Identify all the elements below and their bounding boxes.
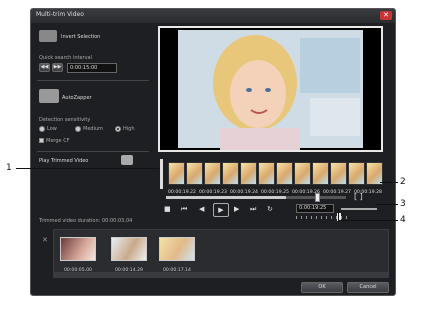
clip-thumbnail-2[interactable]	[111, 237, 147, 261]
end-button[interactable]: ⏭	[250, 205, 256, 213]
play-button[interactable]: ▶	[213, 203, 229, 217]
filmstrip-frame[interactable]	[186, 162, 203, 185]
timeline-timecode: 00:00:19.25	[261, 190, 289, 195]
filmstrip-frame[interactable]	[258, 162, 275, 185]
scrub-selection	[166, 196, 286, 199]
callout-4-line	[338, 220, 398, 221]
home-button[interactable]: ⏮	[181, 205, 187, 213]
radio-medium[interactable]	[75, 126, 81, 132]
filmstrip-frame[interactable]	[276, 162, 293, 185]
timeline-timecode: 00:00:19.26	[292, 190, 320, 195]
autozapper-label[interactable]: AutoZapper	[62, 95, 92, 101]
prev-frame-button[interactable]: ◀	[199, 205, 204, 213]
timeline-timecode: 00:00:19.24	[230, 190, 258, 195]
radio-low-label: Low	[47, 126, 57, 132]
callout-1-line	[16, 168, 159, 169]
clip-thumbnail-1[interactable]	[60, 237, 96, 261]
invert-selection-label[interactable]: Invert Selection	[61, 34, 100, 40]
timecode-readout[interactable]: 0:00:19:25	[296, 204, 334, 213]
video-preview	[158, 26, 383, 152]
ok-button[interactable]: OK	[301, 282, 343, 293]
window-title: Multi-trim Video	[36, 11, 84, 18]
multi-trim-window: Multi-trim Video ✕ Invert Selection Quic…	[30, 8, 396, 296]
timeline-timecode: 00:00:19.27	[323, 190, 351, 195]
timeline-timecode: 00:00:19.28	[354, 190, 382, 195]
clips-scrollbar[interactable]	[53, 273, 389, 278]
title-bar: Multi-trim Video ✕	[31, 9, 395, 23]
filmstrip-frame[interactable]	[168, 162, 185, 185]
radio-high[interactable]	[115, 126, 121, 132]
autozapper-camera-icon[interactable]	[39, 89, 59, 103]
callout-2: 2	[400, 177, 406, 187]
callout-2-line	[380, 182, 398, 183]
timeline-timecode: 00:00:19.23	[199, 190, 227, 195]
filmstrip-frame[interactable]	[312, 162, 329, 185]
filmstrip-frame[interactable]	[240, 162, 257, 185]
merge-checkbox[interactable]	[39, 138, 44, 143]
invert-selection-icon[interactable]	[39, 30, 57, 42]
stop-button[interactable]: ■	[164, 205, 171, 213]
clip-thumbnail-3[interactable]	[159, 237, 195, 261]
delete-clip-icon[interactable]: ✕	[42, 236, 48, 244]
preview-image	[160, 28, 381, 150]
repeat-button[interactable]: ↻	[267, 205, 273, 213]
rewind-interval-button[interactable]: ◀◀	[39, 63, 50, 72]
play-trimmed-label: Play Trimmed Video	[39, 158, 89, 164]
detection-sensitivity-label: Detection sensitivity	[39, 117, 91, 123]
next-frame-button[interactable]: ▶	[234, 205, 239, 213]
filmstrip-frame[interactable]	[222, 162, 239, 185]
play-trimmed-button[interactable]	[121, 155, 133, 165]
divider	[37, 80, 149, 81]
callout-3: 3	[400, 199, 406, 209]
radio-medium-label: Medium	[83, 126, 103, 132]
zoom-slider-track[interactable]	[341, 208, 377, 210]
callout-3-line	[376, 204, 398, 205]
trimmed-clips-panel	[53, 229, 389, 273]
callout-4-leader	[338, 209, 339, 220]
callout-1: 1	[6, 163, 12, 173]
zoom-ticks	[296, 216, 351, 219]
trimmed-duration-label: Trimmed video duration: 00:00:03.04	[39, 218, 133, 224]
interval-stepper[interactable]: 0:00:15:00	[67, 63, 117, 73]
close-button[interactable]: ✕	[380, 11, 392, 20]
filmstrip-frame[interactable]	[348, 162, 365, 185]
cancel-button[interactable]: Cancel	[347, 282, 389, 293]
trim-start-handle[interactable]	[160, 159, 163, 189]
callout-4: 4	[400, 215, 406, 225]
timeline-timecode: 00:00:19.22	[168, 190, 196, 195]
forward-interval-button[interactable]: ▶▶	[52, 63, 63, 72]
divider	[37, 151, 149, 152]
merge-label: Merge CF	[46, 138, 70, 144]
filmstrip-frame[interactable]	[294, 162, 311, 185]
filmstrip-frame[interactable]	[204, 162, 221, 185]
quick-interval-label: Quick search interval	[39, 55, 92, 61]
filmstrip-frame[interactable]	[330, 162, 347, 185]
radio-low[interactable]	[39, 126, 45, 132]
radio-high-label: High	[123, 126, 135, 132]
